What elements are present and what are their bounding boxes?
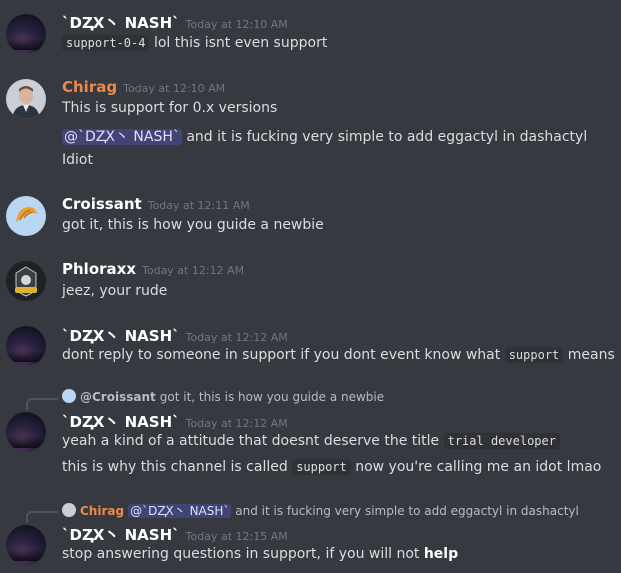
reply-text: and it is fucking very simple to add egg… [235, 504, 579, 518]
reply-preview[interactable]: Chirag @`DⱫX丶 NASH` and it is fucking ver… [62, 502, 579, 519]
message-text: stop answering questions in support, if … [62, 546, 420, 562]
message-text: and it is fucking very simple to add egg… [186, 129, 588, 145]
inline-code: trial developer [443, 433, 560, 449]
message-header: `DⱫX丶 NASH` Today at 12:10 AM [62, 12, 288, 33]
avatar[interactable] [6, 261, 46, 301]
username[interactable]: Phloraxx [62, 260, 136, 278]
message-text: lol this isnt even support [153, 35, 328, 51]
reply-text: got it, this is how you guide a newbie [159, 390, 385, 404]
message-text: yeah a kind of a attitude that doesnt de… [62, 433, 440, 449]
username[interactable]: `DⱫX丶 NASH` [62, 327, 180, 345]
message-text: now you're calling me an idot lmao [355, 459, 602, 475]
message-content: Idiot [62, 152, 93, 168]
user-mention[interactable]: @`DⱫX丶 NASH` [62, 129, 182, 145]
message-text: dont reply to someone in support if you … [62, 347, 501, 363]
timestamp: Today at 12:11 AM [147, 199, 250, 212]
message-content: got it, this is how you guide a newbie [62, 217, 324, 233]
avatar[interactable] [6, 14, 46, 54]
message-header: Croissant Today at 12:11 AM [62, 195, 250, 213]
inline-code: support-0-4 [62, 35, 150, 51]
timestamp: Today at 12:12 AM [185, 331, 288, 344]
message-text: this is why this channel is called [62, 459, 288, 475]
reply-spine [26, 398, 58, 410]
message-content: jeez, your rude [62, 283, 167, 299]
croissant-icon [16, 207, 37, 222]
message-content: support-0-4 lol this isnt even support [62, 35, 327, 51]
reply-username[interactable]: @Croissant [80, 390, 156, 404]
username[interactable]: Chirag [62, 78, 117, 96]
message-text: This is support for 0.x versions [62, 100, 278, 116]
message-header: `DⱫX丶 NASH` Today at 12:12 AM [62, 325, 288, 346]
username[interactable]: Croissant [62, 195, 142, 213]
badge-logo-icon [15, 266, 37, 297]
message-content: this is why this channel is called suppo… [62, 459, 601, 475]
timestamp: Today at 12:15 AM [185, 530, 288, 543]
reply-username[interactable]: Chirag [80, 504, 124, 518]
inline-code: support [504, 347, 564, 363]
message-header: Phloraxx Today at 12:12 AM [62, 260, 244, 278]
timestamp: Today at 12:10 AM [123, 82, 226, 95]
avatar[interactable] [6, 79, 46, 119]
message-text: Idiot [62, 152, 93, 168]
reply-spine [26, 511, 58, 523]
croissant-icon [62, 389, 76, 403]
person-avatar-icon [62, 503, 76, 517]
username[interactable]: `DⱫX丶 NASH` [62, 413, 180, 431]
avatar[interactable] [6, 412, 46, 452]
person-avatar-icon [12, 86, 40, 119]
message-header: `DⱫX丶 NASH` Today at 12:15 AM [62, 524, 288, 545]
timestamp: Today at 12:12 AM [185, 417, 288, 430]
avatar[interactable] [6, 326, 46, 366]
user-mention[interactable]: @`DⱫX丶 NASH` [128, 504, 232, 518]
timestamp: Today at 12:12 AM [142, 264, 245, 277]
avatar[interactable] [6, 196, 46, 236]
message-content: @`DⱫX丶 NASH` and it is fucking very simp… [62, 126, 587, 146]
message-content: dont reply to someone in support if you … [62, 347, 615, 363]
message-text: jeez, your rude [62, 283, 168, 299]
message-content: This is support for 0.x versions [62, 100, 277, 116]
reply-preview[interactable]: @Croissant got it, this is how you guide … [62, 389, 384, 404]
message-content: yeah a kind of a attitude that doesnt de… [62, 433, 560, 449]
username[interactable]: `DⱫX丶 NASH` [62, 14, 180, 32]
message-content: stop answering questions in support, if … [62, 546, 458, 562]
inline-code: support [292, 459, 351, 475]
timestamp: Today at 12:10 AM [185, 18, 288, 31]
message-text: got it, this is how you guide a newbie [62, 217, 324, 233]
username[interactable]: `DⱫX丶 NASH` [62, 526, 180, 544]
message-header: Chirag Today at 12:10 AM [62, 78, 225, 96]
bold-text: help [423, 546, 459, 562]
message-header: `DⱫX丶 NASH` Today at 12:12 AM [62, 411, 288, 432]
message-text: means [567, 347, 615, 363]
avatar[interactable] [6, 525, 46, 565]
